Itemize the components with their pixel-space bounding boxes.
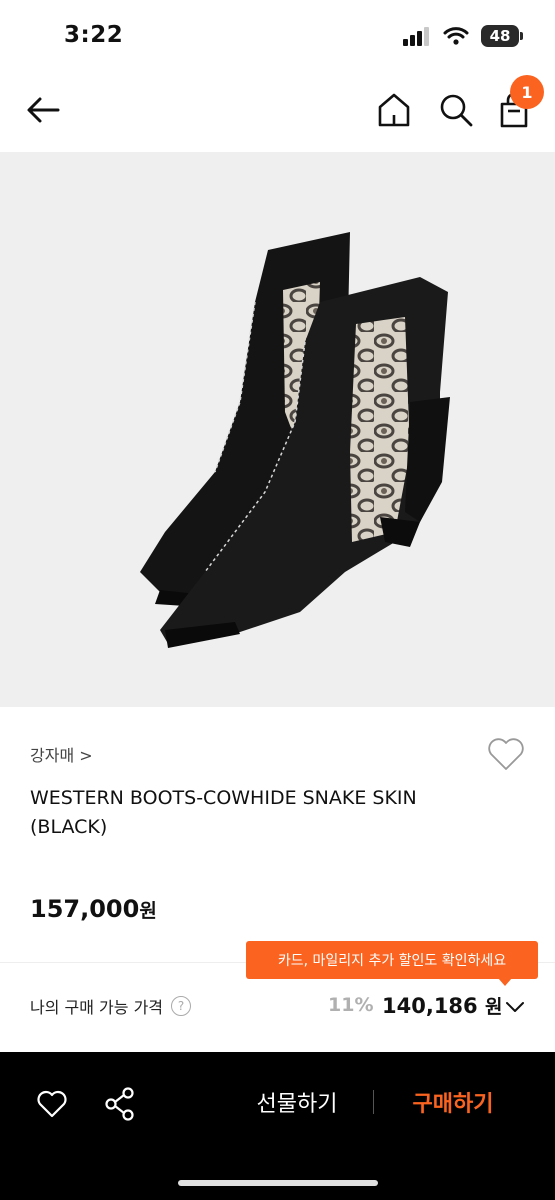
status-indicators: 48 xyxy=(403,25,523,47)
price-unit: 원 xyxy=(139,900,157,922)
gift-button[interactable]: 선물하기 xyxy=(240,1082,354,1122)
home-icon[interactable] xyxy=(376,90,412,130)
buy-button[interactable]: 구매하기 xyxy=(396,1082,510,1122)
boots-illustration xyxy=(140,232,450,648)
search-icon[interactable] xyxy=(436,90,476,130)
cellular-signal-icon xyxy=(403,27,429,46)
brand-link[interactable]: 강자매 > xyxy=(30,742,93,766)
home-indicator xyxy=(178,1180,378,1186)
cart-count-badge: 1 xyxy=(510,75,544,109)
discount-price-unit: 원 xyxy=(484,996,503,1018)
bottom-action-bar: 선물하기 구매하기 xyxy=(0,1052,555,1200)
product-image[interactable] xyxy=(0,152,555,707)
discount-price: 140,186 원 xyxy=(382,992,502,1019)
product-detail-page: 3:22 48 1 강자매 > WESTERN BOOTS-COWHIDE SN… xyxy=(0,0,555,1200)
price-value: 157,000 xyxy=(30,895,140,923)
status-time: 3:22 xyxy=(64,22,124,48)
my-price-label: 나의 구매 가능 가격 xyxy=(30,998,164,1017)
status-bar: 3:22 48 xyxy=(0,0,555,72)
battery-level: 48 xyxy=(489,27,511,45)
discount-rate: 11% xyxy=(328,994,374,1016)
discount-price-value: 140,186 xyxy=(382,994,478,1018)
product-title: WESTERN BOOTS-COWHIDE SNAKE SKIN (BLACK) xyxy=(30,787,417,838)
chevron-down-icon[interactable] xyxy=(504,996,526,1018)
share-icon[interactable] xyxy=(104,1086,136,1122)
discount-tooltip: 카드, 마일리지 추가 할인도 확인하세요 xyxy=(246,941,538,986)
nav-bar xyxy=(0,72,555,152)
help-icon[interactable]: ? xyxy=(171,996,192,1016)
wishlist-heart-icon[interactable] xyxy=(36,1088,68,1120)
heart-icon[interactable] xyxy=(486,736,526,772)
back-arrow-icon[interactable] xyxy=(24,90,64,130)
my-price-row[interactable]: 나의 구매 가능 가격 ? xyxy=(30,994,192,1018)
battery-icon: 48 xyxy=(481,25,523,47)
button-separator xyxy=(373,1090,374,1114)
product-price: 157,000원 xyxy=(30,895,157,923)
wifi-icon xyxy=(443,27,469,45)
